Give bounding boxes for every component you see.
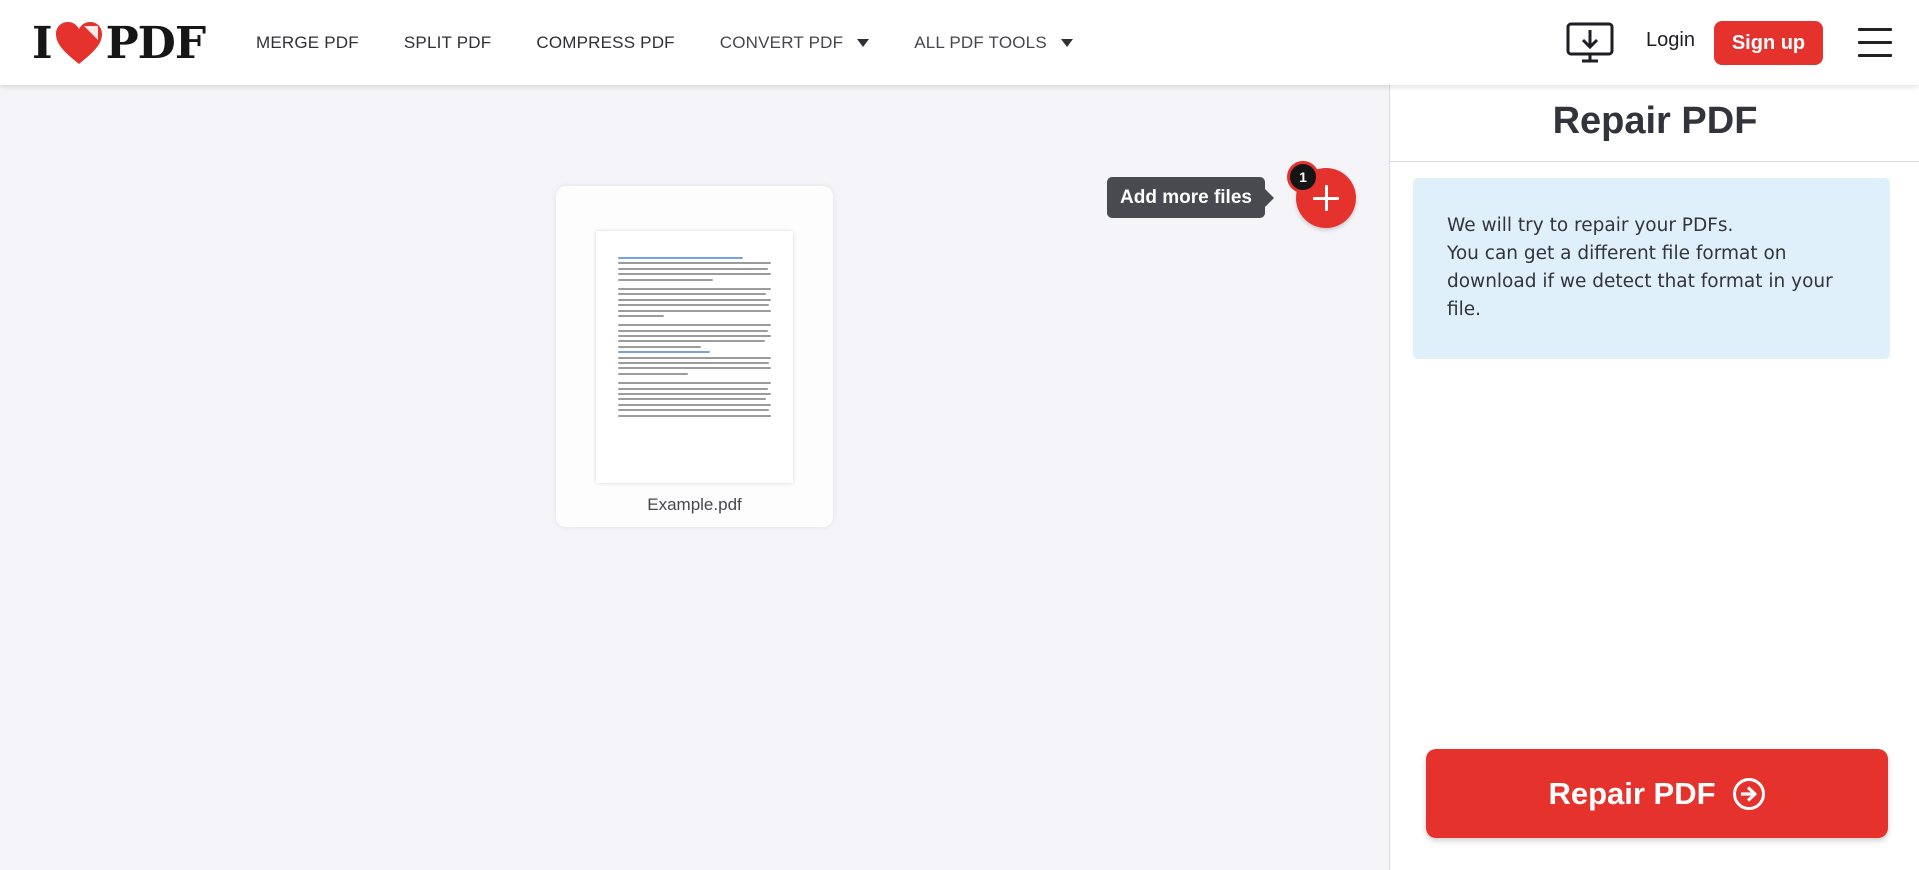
nav-all-pdf-tools-dropdown[interactable]: ALL PDF TOOLS: [914, 33, 1073, 53]
repair-pdf-button-label: Repair PDF: [1548, 775, 1716, 811]
ilovepdf-logo[interactable]: I PDF: [32, 17, 206, 69]
nav-split-pdf-label: SPLIT PDF: [403, 32, 492, 52]
nav-merge-pdf[interactable]: MERGE PDF: [256, 33, 359, 53]
caret-down-icon: [1060, 38, 1073, 47]
caret-down-icon: [857, 38, 870, 47]
file-card[interactable]: Example.pdf: [556, 186, 833, 527]
sidebar-title: Repair PDF: [1552, 100, 1758, 142]
menu-bar: [1858, 54, 1892, 57]
info-text-line2: You can get a different file format on d…: [1447, 243, 1833, 320]
login-link[interactable]: Login: [1646, 29, 1695, 52]
nav-convert-pdf-label: CONVERT PDF: [719, 32, 844, 52]
nav-split-pdf[interactable]: SPLIT PDF: [404, 33, 491, 53]
arrow-right-circle-icon: [1732, 777, 1765, 810]
file-count-badge: 1: [1287, 161, 1319, 193]
logo-text-i: I: [32, 17, 53, 69]
info-box: We will try to repair your PDFs. You can…: [1413, 178, 1890, 359]
signup-button[interactable]: Sign up: [1714, 21, 1823, 65]
file-workspace: Example.pdf Add more files 1: [0, 85, 1389, 870]
main-nav: MERGE PDF SPLIT PDF COMPRESS PDF CONVERT…: [256, 0, 1118, 85]
add-more-files-tooltip: Add more files: [1107, 177, 1274, 218]
file-name: Example.pdf: [647, 495, 742, 514]
nav-compress-pdf[interactable]: COMPRESS PDF: [536, 33, 674, 53]
nav-all-pdf-tools-label: ALL PDF TOOLS: [914, 32, 1047, 52]
repair-pdf-button[interactable]: Repair PDF: [1426, 749, 1888, 838]
top-header: I PDF MERGE PDF SPLIT PDF COMPRESS PDF C…: [0, 0, 1919, 85]
menu-bar: [1858, 28, 1892, 31]
menu-bar: [1858, 41, 1892, 44]
logo-text-pdf: PDF: [105, 17, 206, 69]
sidebar-divider: [1390, 161, 1919, 162]
nav-compress-pdf-label: COMPRESS PDF: [536, 32, 675, 52]
pdf-thumbnail: [596, 231, 793, 483]
hamburger-menu-icon[interactable]: [1858, 28, 1892, 58]
nav-merge-pdf-label: MERGE PDF: [256, 32, 359, 52]
nav-convert-pdf-dropdown[interactable]: CONVERT PDF: [719, 32, 870, 53]
desktop-download-icon[interactable]: [1566, 22, 1614, 64]
info-text-line1: We will try to repair your PDFs.: [1447, 215, 1734, 236]
tool-sidebar: Repair PDF We will try to repair your PD…: [1389, 85, 1919, 870]
heart-logo-icon: [55, 22, 102, 64]
